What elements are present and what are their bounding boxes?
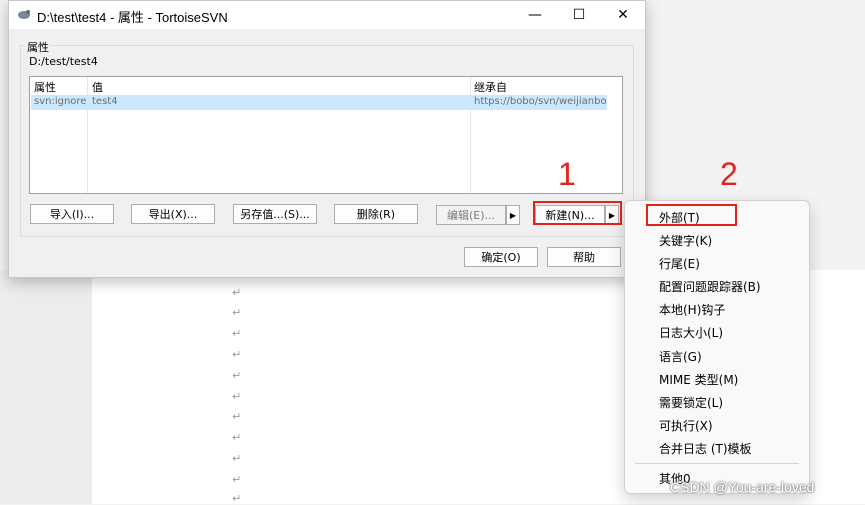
paragraph-mark: ↵ <box>232 390 242 403</box>
edit-button[interactable]: 编辑(E)... <box>436 205 506 225</box>
close-icon: ✕ <box>617 7 629 23</box>
paragraph-mark: ↵ <box>232 473 242 486</box>
paragraph-mark: ↵ <box>232 492 242 505</box>
tortoisesvn-icon <box>18 10 30 19</box>
help-button[interactable]: 帮助 <box>547 247 621 267</box>
maximize-button[interactable]: ☐ <box>557 1 601 29</box>
target-path: D:/test/test4 <box>29 55 98 68</box>
annotation-box-new <box>533 201 622 225</box>
group-label: 属性 <box>25 39 51 55</box>
title-bar: D:\test\test4 - 属性 - TortoiseSVN — ☐ ✕ <box>9 1 645 29</box>
maximize-icon: ☐ <box>572 7 586 23</box>
edit-dropdown-button[interactable]: ▶ <box>506 205 520 225</box>
properties-list[interactable]: 属性 值 继承自 svn:ignore test4 https://bobo/s… <box>29 76 623 194</box>
paragraph-mark: ↵ <box>232 452 242 465</box>
delete-button[interactable]: 删除(R) <box>334 204 418 224</box>
menu-item-keywords[interactable]: 关键字(K) <box>659 232 712 249</box>
cell-property: svn:ignore <box>34 96 87 107</box>
menu-item-local-hooks[interactable]: 本地(H)钩子 <box>659 301 725 318</box>
column-header-property[interactable]: 属性 <box>34 79 56 95</box>
paragraph-mark: ↵ <box>232 286 242 299</box>
menu-item-executable[interactable]: 可执行(X) <box>659 417 713 434</box>
menu-item-mime-type[interactable]: MIME 类型(M) <box>659 371 738 388</box>
menu-item-merge-log-template[interactable]: 合并日志 (T)模板 <box>659 440 752 457</box>
import-button[interactable]: 导入(I)... <box>30 204 114 224</box>
export-button[interactable]: 导出(X)... <box>131 204 215 224</box>
menu-item-bugtraq[interactable]: 配置问题跟踪器(B) <box>659 278 761 295</box>
paragraph-mark: ↵ <box>232 327 242 340</box>
triangle-right-icon: ▶ <box>509 210 517 220</box>
paragraph-mark: ↵ <box>232 348 242 361</box>
menu-item-needs-lock[interactable]: 需要锁定(L) <box>659 394 723 411</box>
menu-separator <box>635 463 799 464</box>
background-panel <box>0 270 92 504</box>
window-title: D:\test\test4 - 属性 - TortoiseSVN <box>37 10 228 25</box>
column-header-inherited[interactable]: 继承自 <box>474 79 507 95</box>
new-context-menu: 外部(T) 关键字(K) 行尾(E) 配置问题跟踪器(B) 本地(H)钩子 日志… <box>624 200 810 494</box>
paragraph-mark: ↵ <box>232 369 242 382</box>
close-button[interactable]: ✕ <box>601 1 645 29</box>
annotation-number-1: 1 <box>558 156 576 192</box>
menu-item-language[interactable]: 语言(G) <box>659 348 702 365</box>
menu-item-log-size[interactable]: 日志大小(L) <box>659 324 723 341</box>
minimize-button[interactable]: — <box>513 1 557 29</box>
save-value-as-button[interactable]: 另存值...(S)... <box>233 204 317 224</box>
watermark: CSDN @You-are-loved <box>670 479 815 495</box>
column-header-value[interactable]: 值 <box>92 79 103 95</box>
properties-dialog: D:\test\test4 - 属性 - TortoiseSVN — ☐ ✕ 属… <box>8 0 646 278</box>
paragraph-mark: ↵ <box>232 306 242 319</box>
annotation-number-2: 2 <box>720 156 738 192</box>
annotation-box-externals <box>646 204 737 226</box>
cell-inherited-from: https://bobo/svn/weijianbo <box>474 96 607 107</box>
cell-value: test4 <box>92 96 118 107</box>
minimize-icon: — <box>528 7 542 23</box>
menu-item-eol[interactable]: 行尾(E) <box>659 255 700 272</box>
paragraph-mark: ↵ <box>232 410 242 423</box>
table-row[interactable]: svn:ignore test4 https://bobo/svn/weijia… <box>31 95 607 110</box>
paragraph-mark: ↵ <box>232 431 242 444</box>
ok-button[interactable]: 确定(O) <box>464 247 538 267</box>
